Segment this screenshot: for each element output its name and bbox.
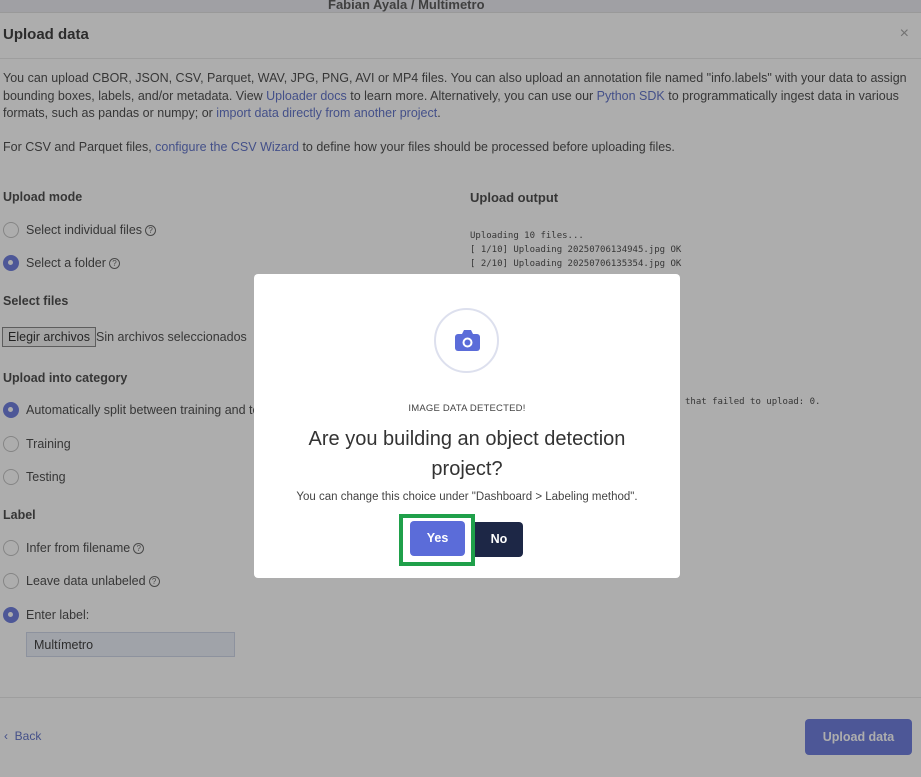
camera-icon	[455, 330, 480, 351]
yes-button[interactable]: Yes	[410, 521, 465, 556]
modal-note: You can change this choice under "Dashbo…	[296, 491, 638, 503]
labeling-method-modal: IMAGE DATA DETECTED! Are you building an…	[254, 274, 680, 578]
no-button[interactable]: No	[475, 522, 523, 557]
modal-question: Are you building an object detection pro…	[308, 428, 626, 480]
image-detected-eyebrow: IMAGE DATA DETECTED!	[408, 403, 526, 414]
camera-icon-circle	[434, 308, 499, 373]
